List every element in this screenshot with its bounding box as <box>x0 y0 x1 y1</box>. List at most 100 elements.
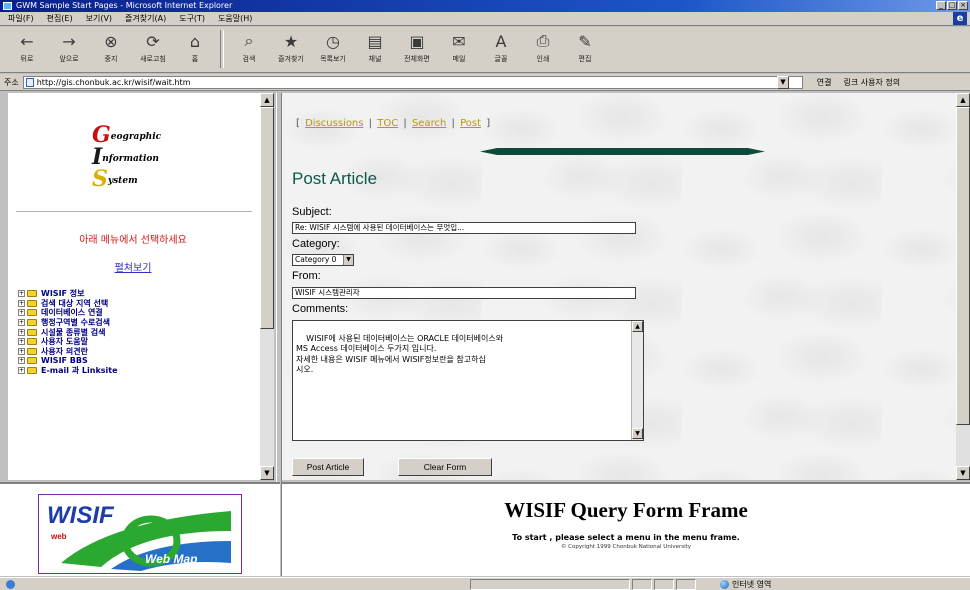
favorites-icon: ★ <box>283 31 299 51</box>
toolbar: ← 뒤로 → 앞으로 ⊗ 중지 ⟳ 새로고침 ⌂ 홈 ⌕ 검색 ★ 즐겨찾기 ◷ 목록보기 ▤ 채… <box>0 27 970 73</box>
clear-form-button[interactable]: Clear Form <box>398 458 492 476</box>
expand-icon[interactable]: + <box>18 367 25 375</box>
expand-icon[interactable]: + <box>18 290 25 298</box>
menu-help[interactable]: 도움말(H) <box>218 13 252 24</box>
content-frame-scrollbar[interactable]: ▲ ▼ <box>956 93 970 480</box>
comments-textarea[interactable]: WISIF에 사용된 데이터베이스는 ORACLE 데이터베이스와 MS Acc… <box>292 320 644 441</box>
address-label: 주소 <box>4 77 19 87</box>
logo-sub-text: web <box>50 532 67 541</box>
edit-icon: ✎ <box>578 31 592 51</box>
expand-all-link[interactable]: 펼쳐보기 <box>8 259 258 274</box>
scroll-up-button[interactable]: ▲ <box>632 321 643 332</box>
print-button[interactable]: ⎙ 인쇄 <box>522 27 564 71</box>
menu-frame: Geographic Information System 아래 메뉴에서 선택… <box>8 93 274 480</box>
menu-view[interactable]: 보기(V) <box>86 13 112 24</box>
expand-icon[interactable]: + <box>18 299 25 307</box>
expand-icon[interactable]: + <box>18 319 25 327</box>
nav-link-search[interactable]: Search <box>412 118 446 129</box>
home-button[interactable]: ⌂ 홈 <box>174 27 216 71</box>
expand-icon[interactable]: + <box>18 347 25 355</box>
nav-link-discussions[interactable]: Discussions <box>305 118 363 129</box>
menu-tree: + WISIF 정보 + 검색 대상 지역 선택 + 데이터베이스 연결 + 행정구역별… <box>18 289 118 375</box>
folder-icon <box>27 367 37 375</box>
scroll-down-button[interactable]: ▼ <box>632 428 643 439</box>
fullscreen-icon: ▣ <box>409 31 425 51</box>
fullscreen-button[interactable]: ▣ 전체화면 <box>396 27 438 71</box>
copyright-text: © Copyright 1999 Chonbuk National Univer… <box>560 544 692 550</box>
folder-icon <box>27 328 37 336</box>
font-button[interactable]: A 글꼴 <box>480 27 522 71</box>
menu-edit[interactable]: 편집(E) <box>47 13 73 24</box>
textarea-scrollbar[interactable]: ▲ ▼ <box>631 321 643 440</box>
expand-icon[interactable]: + <box>18 338 25 346</box>
expand-icon[interactable]: + <box>18 309 25 317</box>
back-button[interactable]: ← 뒤로 <box>6 27 48 71</box>
search-button[interactable]: ⌕ 검색 <box>228 27 270 71</box>
favorites-button[interactable]: ★ 즐겨찾기 <box>270 27 312 71</box>
nav-link-toc[interactable]: TOC <box>377 118 398 129</box>
scroll-down-button[interactable]: ▼ <box>956 466 970 480</box>
gis-logo: Geographic Information System <box>92 122 162 192</box>
forward-button[interactable]: → 앞으로 <box>48 27 90 71</box>
stop-button[interactable]: ⊗ 중지 <box>90 27 132 71</box>
ie-app-icon <box>3 2 12 10</box>
stop-icon: ⊗ <box>104 31 118 51</box>
close-button[interactable]: × <box>958 1 968 10</box>
from-input[interactable]: WISIF 시스템관리자 <box>292 287 636 299</box>
history-button[interactable]: ◷ 목록보기 <box>312 27 354 71</box>
comments-label: Comments: <box>292 303 349 315</box>
scroll-up-button[interactable]: ▲ <box>260 93 274 107</box>
maximize-button[interactable]: □ <box>947 1 957 10</box>
scroll-thumb[interactable] <box>260 107 274 329</box>
edit-button[interactable]: ✎ 편집 <box>564 27 606 71</box>
decorative-bar <box>480 148 765 155</box>
wisif-logo[interactable]: WISIF web Web Map <box>38 494 242 574</box>
expand-icon[interactable]: + <box>18 357 25 365</box>
category-label: Category: <box>292 238 340 250</box>
expand-icon[interactable]: + <box>18 328 25 336</box>
mail-button[interactable]: ✉ 메일 <box>438 27 480 71</box>
tree-item-email-links[interactable]: + E-mail 과 Linksite <box>18 366 118 376</box>
folder-icon <box>27 319 37 327</box>
scroll-down-button[interactable]: ▼ <box>260 466 274 480</box>
status-bar: 인터넷 영역 <box>0 577 970 590</box>
folder-icon <box>27 357 37 365</box>
menu-file[interactable]: 파일(F) <box>8 13 34 24</box>
history-icon: ◷ <box>326 31 340 51</box>
query-form-title: WISIF Query Form Frame <box>504 498 748 522</box>
comments-text: WISIF에 사용된 데이터베이스는 ORACLE 데이터베이스와 MS Acc… <box>296 333 504 375</box>
logo-caption: Web Map <box>145 552 197 566</box>
nav-link-post[interactable]: Post <box>460 118 481 129</box>
window-controls: _ □ × <box>936 1 968 10</box>
scroll-up-button[interactable]: ▲ <box>956 93 970 107</box>
go-button[interactable]: 연결 <box>817 77 832 88</box>
address-dropdown-button[interactable]: ▼ <box>777 76 789 89</box>
address-bar: 주소 http://gis.chonbuk.ac.kr/wisif/wait.h… <box>0 74 970 91</box>
subject-input[interactable]: Re: WISIF 시스템에 사용된 데이터베이스는 무엇입... <box>292 222 636 234</box>
toolbar-separator <box>220 30 224 68</box>
channels-button[interactable]: ▤ 채널 <box>354 27 396 71</box>
refresh-icon: ⟳ <box>146 31 160 51</box>
folder-icon <box>27 347 37 355</box>
links-button[interactable]: 링크 사용자 정의 <box>843 77 900 88</box>
minimize-button[interactable]: _ <box>936 1 946 10</box>
scroll-thumb[interactable] <box>956 107 970 425</box>
refresh-button[interactable]: ⟳ 새로고침 <box>132 27 174 71</box>
logo-frame: WISIF web Web Map <box>0 482 280 576</box>
home-icon: ⌂ <box>189 31 201 51</box>
folder-icon <box>27 290 37 298</box>
divider <box>16 211 252 212</box>
post-article-button[interactable]: Post Article <box>292 458 364 476</box>
menu-favorites[interactable]: 즐겨찾기(A) <box>125 13 166 24</box>
tree-item-user-feedback[interactable]: + 사용자 의견란 <box>18 347 118 357</box>
menu-tools[interactable]: 도구(T) <box>179 13 205 24</box>
page-icon <box>25 77 34 87</box>
address-input[interactable]: http://gis.chonbuk.ac.kr/wisif/wait.htm <box>22 75 803 89</box>
category-select[interactable]: Category 0 ▼ <box>292 254 354 266</box>
globe-icon <box>720 580 729 589</box>
from-label: From: <box>292 270 321 282</box>
page-title: Post Article <box>292 169 378 188</box>
menu-frame-scrollbar[interactable]: ▲ ▼ <box>260 93 274 480</box>
zone-label: 인터넷 영역 <box>732 580 772 589</box>
window-title-bar[interactable]: GWM Sample Start Pages - Microsoft Inter… <box>0 0 970 12</box>
